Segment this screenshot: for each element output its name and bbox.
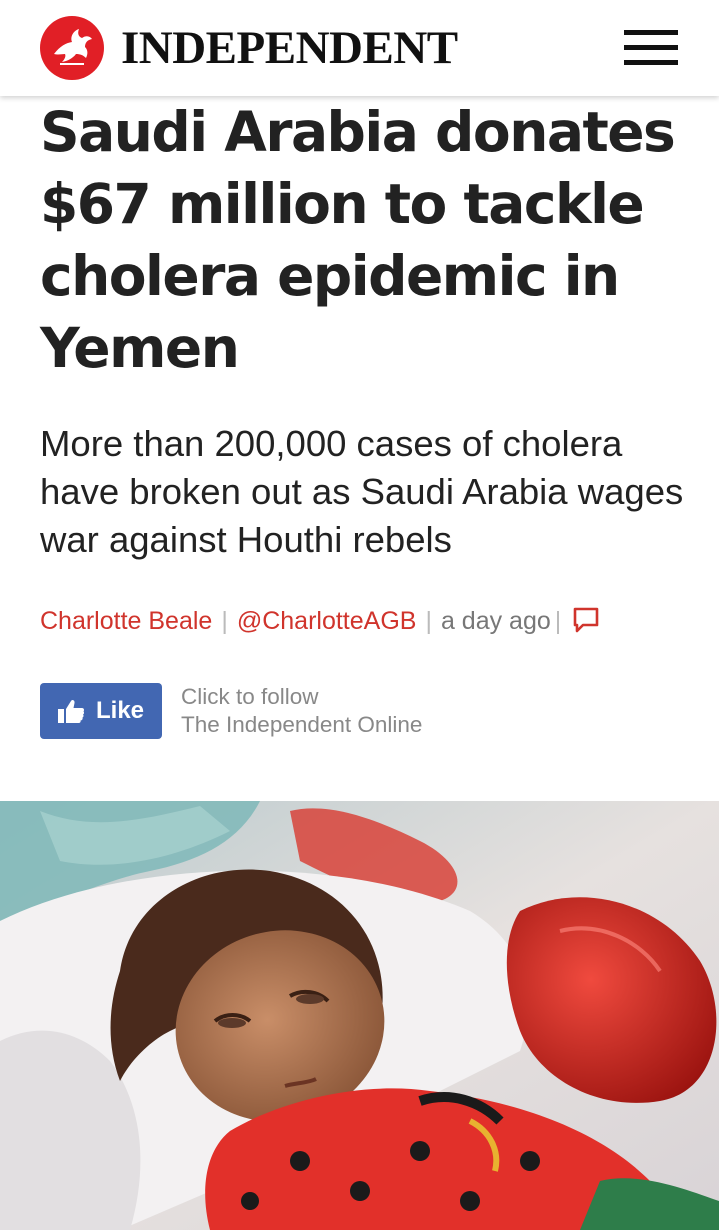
author-twitter-link[interactable]: @CharlotteAGB [237, 607, 417, 635]
article-photo[interactable] [0, 801, 719, 1230]
publish-timestamp: a day ago [440, 607, 551, 635]
hamburger-menu-icon[interactable] [620, 28, 680, 68]
byline-separator: | [221, 607, 228, 635]
site-header: INDEPENDENT [0, 0, 719, 96]
like-button-label: Like [96, 697, 145, 724]
byline-separator: | [425, 607, 432, 635]
follow-line-1: Click to follow [181, 684, 319, 709]
site-wordmark[interactable]: INDEPENDENT [121, 20, 458, 76]
facebook-like-button[interactable]: Like [40, 683, 162, 739]
thumbs-up-icon [58, 699, 85, 723]
author-link[interactable]: Charlotte Beale [40, 607, 212, 635]
comment-icon[interactable] [571, 605, 601, 645]
byline-separator: | [554, 607, 562, 635]
follow-line-2: The Independent Online [181, 712, 423, 737]
follow-prompt[interactable]: Click to follow The Independent Online [181, 683, 422, 739]
article-photo-illustration [0, 801, 719, 1230]
eagle-logo-icon[interactable] [40, 16, 104, 80]
article-standfirst: More than 200,000 cases of cholera have … [40, 423, 684, 560]
article-headline: Saudi Arabia donates $67 million to tack… [40, 100, 676, 380]
byline: Charlotte Beale | @CharlotteAGB | a day ago | [40, 603, 601, 639]
